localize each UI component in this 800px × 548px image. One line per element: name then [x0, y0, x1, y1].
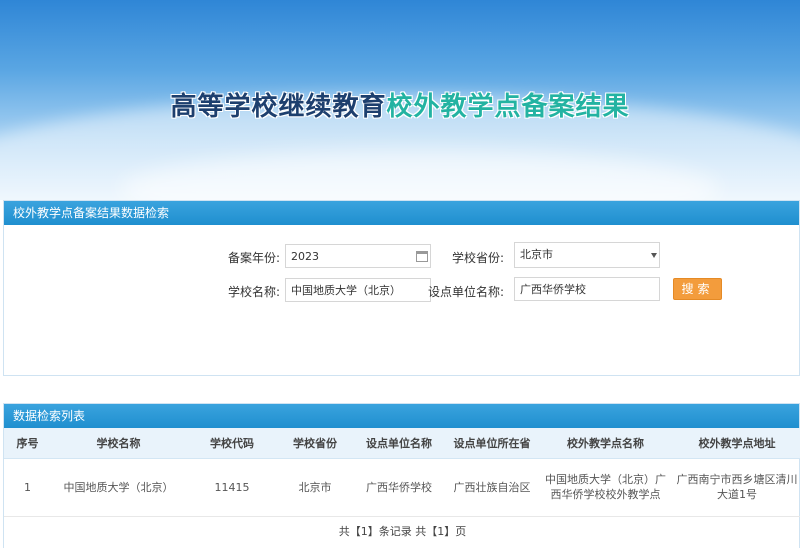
- page-banner: 高等学校继续教育校外教学点备案结果: [0, 0, 800, 200]
- column-header: 设点单位所在省: [446, 428, 538, 459]
- table-header-row: 序号 学校名称 学校代码 学校省份 设点单位名称 设点单位所在省 校外教学点名称…: [4, 428, 800, 459]
- title-part-2: 校外教学点备案结果: [386, 92, 630, 122]
- unit-name-input[interactable]: [514, 277, 660, 301]
- pagination-info: 共【1】条记录 共【1】页: [338, 525, 467, 538]
- column-header: 学校省份: [278, 428, 352, 459]
- column-header: 学校名称: [51, 428, 186, 459]
- year-label: 备案年份:: [227, 251, 280, 265]
- column-header: 校外教学点地址: [673, 428, 800, 459]
- school-label: 学校名称:: [227, 285, 280, 299]
- results-panel: 数据检索列表 序号 学校名称 学校代码 学校省份 设点单位名称 设点单位所在省 …: [3, 403, 800, 548]
- cell-index: 1: [4, 458, 51, 517]
- results-panel-header: 数据检索列表: [4, 404, 799, 428]
- column-header: 设点单位名称: [352, 428, 446, 459]
- page-title: 高等学校继续教育校外教学点备案结果: [0, 86, 800, 123]
- province-select[interactable]: 北京市: [514, 242, 660, 268]
- cell-unit-province: 广西壮族自治区: [446, 458, 538, 517]
- unit-label: 设点单位名称:: [427, 285, 504, 299]
- cell-school-name: 中国地质大学（北京）: [51, 458, 186, 517]
- column-header: 序号: [4, 428, 51, 459]
- title-part-1: 高等学校继续教育: [170, 92, 387, 122]
- province-label: 学校省份:: [451, 251, 504, 265]
- results-table: 序号 学校名称 学校代码 学校省份 设点单位名称 设点单位所在省 校外教学点名称…: [4, 428, 800, 517]
- cell-teaching-point-address: 广西南宁市西乡塘区清川大道1号: [673, 458, 800, 517]
- cell-school-code: 11415: [186, 458, 278, 517]
- column-header: 校外教学点名称: [538, 428, 673, 459]
- search-button[interactable]: 搜索: [673, 278, 722, 300]
- cell-school-province: 北京市: [278, 458, 352, 517]
- year-input[interactable]: [285, 244, 431, 268]
- cell-teaching-point-name: 中国地质大学（北京）广西华侨学校校外教学点: [538, 458, 673, 517]
- column-header: 学校代码: [186, 428, 278, 459]
- search-panel-header: 校外教学点备案结果数据检索: [4, 201, 799, 225]
- cell-unit-name: 广西华侨学校: [352, 458, 446, 517]
- province-selected-value: 北京市: [520, 248, 553, 261]
- school-name-input[interactable]: [285, 278, 431, 302]
- chevron-down-icon: [651, 253, 657, 258]
- search-panel: 校外教学点备案结果数据检索 备案年份: 学校省份: 北京市 学校名称: 设点单位…: [3, 200, 800, 376]
- table-row: 1 中国地质大学（北京） 11415 北京市 广西华侨学校 广西壮族自治区 中国…: [4, 458, 800, 517]
